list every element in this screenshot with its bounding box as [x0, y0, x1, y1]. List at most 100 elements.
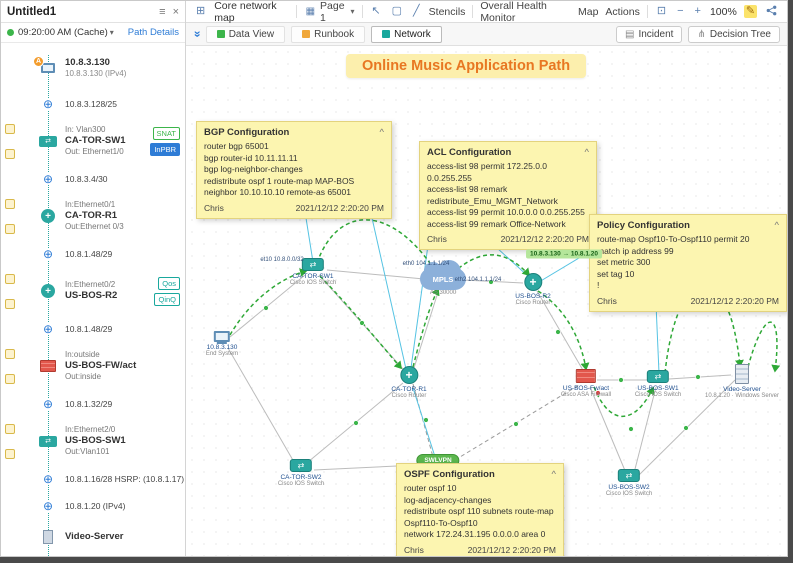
path-hop-ca-tor-r1[interactable]: +In:Ethernet0/1CA-TOR-R1Out:Ethernet 0/3 [1, 192, 185, 240]
note-acl[interactable]: ACL Configuration^access-list 98 permit … [419, 141, 597, 250]
map-node-ca-tor-r1[interactable]: +CA-TOR-R1Cisco Router [391, 366, 426, 399]
view-tabbar: « Data View Runbook Network ▤ Incident ⋔… [186, 23, 787, 46]
hop-status-gutter [5, 349, 31, 384]
map-grid-icon[interactable]: ⊞ [194, 5, 207, 18]
map-node-ca-tor-sw2[interactable]: ⇄CA-TOR-SW2Cisco IOS Switch [278, 459, 324, 487]
zoom-level[interactable]: 100% [710, 6, 737, 18]
hop-name: US-BOS-FW/act [65, 360, 185, 372]
path-sidebar: Untitled1 ≡ × 09:20:00 AM (Cache) ▾ Path… [1, 1, 186, 556]
node-label: US-BOS-R2 [515, 293, 550, 300]
note-tool-icon[interactable]: ✎ [744, 5, 757, 18]
path-hop-10-8-1-20-ipv4[interactable]: ⊕10.8.1.20 (IPv4) [1, 492, 185, 519]
tab-runbook[interactable]: Runbook [291, 26, 365, 43]
node-sublabel: Cisco IOS Switch [278, 481, 324, 487]
page-label: Page 1 [320, 0, 346, 24]
map-node-us-bos-fw-act[interactable]: US-BOS-Fw/actCisco ASA Firewall [561, 369, 611, 398]
path-hop-10-8-1-16-28-hsrp-10-8-1-17[interactable]: ⊕10.8.1.16/28 HSRP: (10.8.1.17) [1, 465, 185, 492]
network-globe-icon: ⊕ [43, 398, 53, 410]
note-collapse-icon[interactable]: ^ [380, 127, 384, 138]
switch-icon: ⇄ [647, 370, 669, 383]
runbook-color-square [302, 30, 310, 38]
note-bgp[interactable]: BGP Configuration ^ router bgp 65001bgp ro… [196, 121, 392, 219]
note-title: OSPF Configuration [404, 469, 495, 480]
node-label: US-BOS-Fw/act [563, 385, 609, 392]
note-collapse-icon[interactable]: ^ [775, 220, 779, 231]
network-globe-icon: ⊕ [43, 323, 53, 335]
pointer-tool-icon[interactable]: ↖ [369, 5, 382, 18]
path-hop-10-8-3-4-30[interactable]: ⊕10.8.3.4/30 [1, 165, 185, 192]
shape-tool-icon[interactable]: ▢ [390, 5, 404, 18]
path-details-link[interactable]: Path Details [128, 27, 179, 38]
network-globe-icon: ⊕ [43, 248, 53, 260]
page-selector[interactable]: ▦ Page 1 ▾ [304, 0, 355, 24]
map-menu-button[interactable]: Map [578, 6, 598, 18]
decision-tree-button[interactable]: ⋔ Decision Tree [688, 26, 780, 43]
sidebar-header: Untitled1 ≡ × [1, 1, 185, 23]
line-tool-icon[interactable]: ╱ [411, 5, 422, 18]
path-hop-us-bos-r2[interactable]: +In:Ethernet0/2US-BOS-R2QosQinQ [1, 267, 185, 315]
page-icon: ▦ [304, 6, 317, 18]
tab-network[interactable]: Network [371, 26, 442, 43]
interface-label: eth2 104.1.1.1/24 [455, 277, 502, 283]
zoom-out-button[interactable]: − [675, 5, 685, 18]
map-node-video-server[interactable]: Video-Server10.8.1.20 · Windows Server [705, 364, 779, 399]
note-collapse-icon[interactable]: ^ [552, 469, 556, 480]
main-area: ⊞ Core network map ▦ Page 1 ▾ ↖ ▢ ╱ Sten… [186, 1, 787, 556]
hop-name: Video-Server [65, 531, 185, 543]
zoom-in-button[interactable]: + [693, 5, 703, 18]
path-hop-10-8-1-48-29[interactable]: ⊕10.8.1.48/29 [1, 315, 185, 342]
path-hop-us-bos-fw-act[interactable]: In:outsideUS-BOS-FW/actOut:inside [1, 342, 185, 390]
firewall-icon [576, 369, 596, 383]
badge-qinq: QinQ [154, 293, 180, 306]
path-hop-us-bos-sw1[interactable]: ⇄In:Ethernet2/0US-BOS-SW1Out:Vlan101 [1, 417, 185, 465]
note-author: Chris [204, 203, 224, 213]
share-icon[interactable] [764, 4, 779, 20]
toolbar-separator [647, 5, 648, 18]
switch-icon: ⇄ [39, 136, 57, 147]
map-node-us-bos-sw2[interactable]: ⇄US-BOS-SW2Cisco IOS Switch [606, 469, 652, 497]
map-canvas[interactable]: Online Music Application Path 10.8.3.130… [186, 46, 787, 556]
path-hop-10-8-3-130[interactable]: A10.8.3.13010.8.3.130 (IPv4) [1, 46, 185, 90]
hop-name: US-BOS-SW1 [65, 435, 185, 447]
overall-health-monitor-button[interactable]: Overall Health Monitor [480, 0, 571, 24]
hop-in-interface: In:Ethernet2/0 [65, 425, 185, 435]
path-hop-10-8-1-32-29[interactable]: ⊕10.8.1.32/29 [1, 390, 185, 417]
map-node-us-bos-sw1[interactable]: ⇄US-BOS-SW1Cisco IOS Switch [635, 370, 681, 398]
node-sublabel: Cisco Router [392, 393, 427, 399]
path-hop-10-8-3-128-25[interactable]: ⊕10.8.3.128/25 [1, 90, 185, 117]
path-hop-video-server[interactable]: Video-Server [1, 519, 185, 555]
fit-screen-icon[interactable]: ⊡ [655, 5, 668, 18]
note-timestamp: 2021/12/12 2:20:20 PM [468, 545, 556, 555]
hop-status-gutter [5, 199, 31, 234]
stencils-button[interactable]: Stencils [429, 6, 466, 18]
tab-data-view[interactable]: Data View [206, 26, 285, 43]
tab-label: Runbook [314, 29, 354, 40]
path-hop-ca-tor-sw1[interactable]: ⇄In: Vlan300CA-TOR-SW1Out: Ethernet1/0SN… [1, 117, 185, 165]
hop-status-gutter [5, 274, 31, 309]
note-body: router bgp 65001bgp router-id 10.11.11.1… [204, 141, 384, 199]
path-hop-10-8-1-48-29[interactable]: ⊕ 10.8.1.48/29 [1, 240, 185, 267]
note-collapse-icon[interactable]: ^ [585, 147, 589, 158]
close-icon[interactable]: × [173, 6, 179, 18]
node-label: CA-TOR-R1 [391, 386, 426, 393]
map-node-10-8-3-130[interactable]: 10.8.3.130End System [206, 331, 238, 357]
note-timestamp: 2021/12/12 2:20:20 PM [501, 234, 589, 244]
server-icon [43, 530, 53, 544]
hop-name: 10.8.1.48/29 [65, 248, 185, 260]
chevron-down-icon: ▾ [110, 28, 114, 37]
app-window: Untitled1 ≡ × 09:20:00 AM (Cache) ▾ Path… [0, 0, 788, 557]
sidebar-subheader: 09:20:00 AM (Cache) ▾ Path Details [1, 23, 185, 43]
menu-icon[interactable]: ≡ [159, 6, 165, 18]
collapse-tabs-icon[interactable]: « [189, 31, 203, 38]
data-view-color-square [217, 30, 225, 38]
note-title: BGP Configuration [204, 127, 289, 138]
note-ospf[interactable]: OSPF Configuration^router ospf 10log-adj… [396, 463, 564, 556]
network-color-square [382, 30, 390, 38]
map-name: Core network map [214, 0, 288, 24]
snapshot-time-selector[interactable]: 09:20:00 AM (Cache) [18, 27, 108, 38]
map-node-us-bos-r2[interactable]: +US-BOS-R2Cisco Router [515, 273, 550, 306]
incident-button[interactable]: ▤ Incident [616, 26, 682, 43]
interface-label: eth0 104.1.1.1/24 [403, 261, 450, 267]
actions-menu-button[interactable]: Actions [605, 6, 639, 18]
note-policy[interactable]: Policy Configuration^route-map Ospf10-To… [589, 214, 787, 312]
